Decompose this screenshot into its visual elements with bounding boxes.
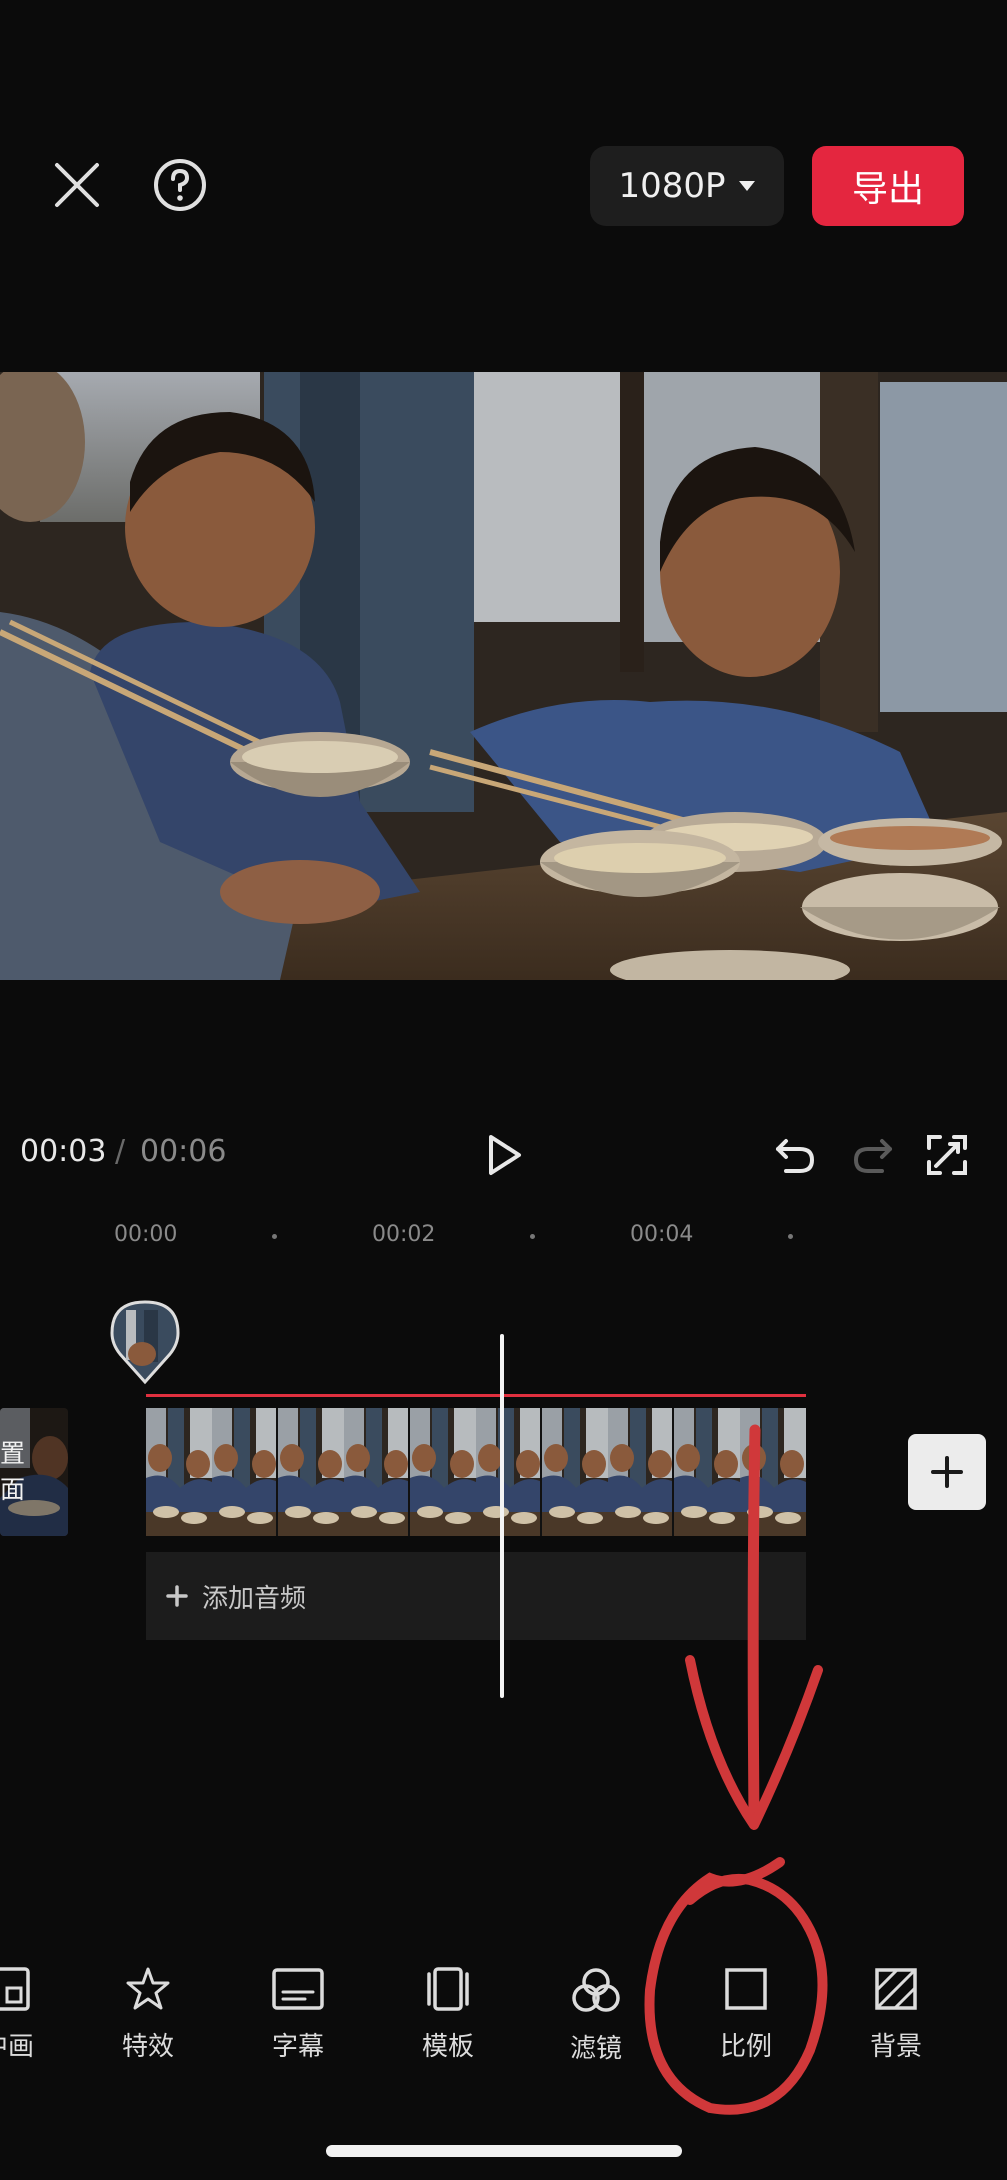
close-icon [55, 163, 99, 207]
playhead[interactable] [500, 1334, 504, 1698]
close-button[interactable] [44, 150, 110, 220]
current-time: 00:03 [20, 1134, 107, 1169]
play-button[interactable] [478, 1128, 532, 1182]
ruler-dot [530, 1234, 535, 1239]
cover-label-line1: 置 [0, 1439, 26, 1468]
total-time: 00:06 [140, 1134, 227, 1169]
redo-icon [853, 1139, 892, 1173]
selection-line [146, 1394, 806, 1397]
tool-template[interactable]: 模板 [388, 1966, 508, 2063]
add-clip-button[interactable] [908, 1434, 986, 1510]
ruler-tick-2: 00:04 [630, 1222, 694, 1247]
tool-label: 滤镜 [569, 2034, 622, 2064]
arrow-down-annotation [685, 1424, 823, 1830]
add-audio-label: 添加音频 [202, 1583, 307, 1614]
undo-button[interactable] [770, 1130, 820, 1180]
tool-label: 中画 [0, 2032, 34, 2062]
time-separator: / [115, 1134, 126, 1169]
cover-label-line2: 面 [0, 1475, 26, 1504]
cover-label: 置 面 [0, 1436, 25, 1508]
circle-annotation [644, 1857, 828, 2115]
undo-icon [776, 1139, 815, 1173]
plus-icon [166, 1585, 188, 1607]
tool-label: 特效 [121, 2032, 174, 2062]
ruler-dot [788, 1234, 793, 1239]
tool-subtitle[interactable]: 字幕 [238, 1966, 358, 2063]
help-icon [154, 159, 206, 211]
tool-label: 背景 [869, 2032, 922, 2062]
resolution-label: 1080P [618, 166, 726, 206]
plus-icon [931, 1456, 963, 1488]
export-button[interactable]: 导出 [812, 146, 964, 226]
fullscreen-button[interactable] [922, 1130, 972, 1180]
tool-label: 字幕 [271, 2032, 324, 2062]
help-button[interactable] [150, 155, 210, 215]
tool-background[interactable]: 背景 [836, 1966, 956, 2063]
ruler-tick-0: 00:00 [114, 1222, 178, 1247]
fullscreen-icon [927, 1135, 967, 1175]
video-frame-image [0, 372, 1007, 980]
ruler-tick-1: 00:02 [372, 1222, 436, 1247]
export-label: 导出 [851, 169, 924, 210]
tool-effects[interactable]: 特效 [88, 1966, 208, 2063]
keyframe-pin-icon [110, 1300, 180, 1385]
caret-down-icon [738, 181, 755, 191]
play-icon [489, 1135, 521, 1175]
filter-icon [572, 1968, 620, 2012]
tool-picture-in-picture[interactable]: 中画 [0, 1966, 68, 2063]
ruler-dot [272, 1234, 277, 1239]
video-preview[interactable] [0, 372, 1007, 980]
effects-star-icon [126, 1967, 170, 2010]
resolution-dropdown[interactable]: 1080P [590, 146, 784, 226]
subtitle-icon [272, 1968, 324, 2010]
keyframe-marker[interactable] [110, 1298, 180, 1386]
redo-button[interactable] [848, 1130, 898, 1180]
picture-in-picture-icon [0, 1967, 30, 2011]
background-icon [875, 1968, 917, 2010]
tool-label: 模板 [421, 2032, 474, 2062]
home-indicator[interactable] [326, 2145, 682, 2157]
template-icon [427, 1967, 469, 2011]
